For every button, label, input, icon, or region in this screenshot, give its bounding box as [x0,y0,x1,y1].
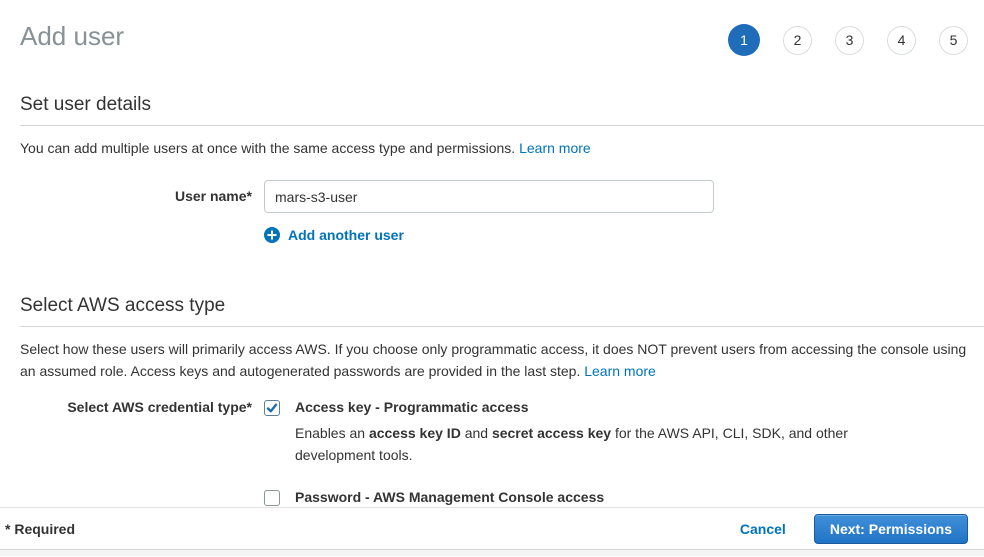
option-programmatic-access: Access key - Programmatic access Enables… [264,399,984,466]
username-input[interactable] [264,180,714,213]
page-header: Add user 1 2 3 4 5 [0,0,984,56]
step-circle-3: 3 [835,26,864,55]
access-type-intro-text: Select how these users will primarily ac… [20,341,966,379]
user-details-intro: You can add multiple users at once with … [20,137,984,159]
learn-more-link-user-details[interactable]: Learn more [519,140,591,156]
learn-more-link-access-type[interactable]: Learn more [584,363,656,379]
cancel-button[interactable]: Cancel [740,521,786,537]
add-another-user-link[interactable]: Add another user [264,227,404,243]
user-details-intro-text: You can add multiple users at once with … [20,140,515,156]
user-details-heading: Set user details [20,94,984,116]
section-divider [20,125,984,126]
checkmark-icon [266,402,278,414]
section-divider [20,326,984,327]
page-title: Add user [20,20,124,52]
console-access-title: Password - AWS Management Console access [295,489,814,506]
add-another-user-label: Add another user [288,227,404,243]
programmatic-access-description: Enables an access key ID and secret acce… [295,422,855,466]
step-circle-4: 4 [887,26,916,55]
programmatic-access-checkbox[interactable] [264,400,280,416]
step-circle-2: 2 [783,26,812,55]
programmatic-access-title: Access key - Programmatic access [295,399,855,416]
access-type-heading: Select AWS access type [20,295,984,317]
username-label: User name* [20,180,252,213]
step-circle-1: 1 [728,24,760,56]
required-note: * Required [5,521,740,537]
wizard-footer: * Required Cancel Next: Permissions [0,507,984,549]
access-type-intro: Select how these users will primarily ac… [20,338,984,382]
progress-steps: 1 2 3 4 5 [728,24,968,56]
step-circle-5: 5 [939,26,968,55]
section-user-details: Set user details You can add multiple us… [20,94,984,246]
username-row: User name* [20,180,984,213]
plus-circle-icon [264,227,280,243]
next-permissions-button[interactable]: Next: Permissions [814,514,968,544]
console-access-checkbox[interactable] [264,490,280,506]
page-bottom-strip [0,549,984,556]
